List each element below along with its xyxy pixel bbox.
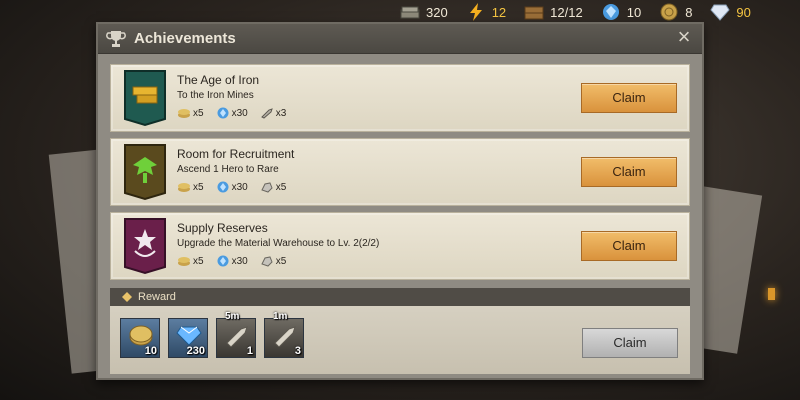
achievement-rewards: x5 x30 x5: [177, 181, 286, 193]
achievements-panel: Achievements × The Age of Iron To the Ir…: [96, 22, 704, 380]
reward-count: x5: [193, 255, 204, 267]
reward-coins: x5: [177, 255, 204, 267]
achievement-rewards: x5 x30 x3: [177, 107, 286, 119]
resource-cash: 320: [400, 1, 466, 23]
resource-bar: 320 12 12/12 10 8 90: [400, 0, 800, 24]
achievement-title: The Age of Iron: [177, 73, 260, 87]
iron-ore-icon: [260, 256, 273, 267]
achievement-description: To the Iron Mines: [177, 90, 254, 101]
reward-count: x5: [193, 107, 204, 119]
reward-header: Reward: [110, 288, 690, 306]
blue-gem-icon: [217, 107, 229, 119]
star-wreath-icon: [123, 217, 167, 275]
reward-gems: x30: [216, 181, 248, 193]
lightning-icon: [466, 3, 486, 21]
reward-item-coins[interactable]: 10: [120, 318, 160, 358]
blue-gem-icon: [176, 326, 202, 346]
gold-coin-icon: [129, 325, 153, 346]
reward-item-speedup-5m[interactable]: 5m 1: [216, 311, 256, 358]
reward-coins: x5: [177, 107, 204, 119]
resource-diamonds-value: 90: [736, 4, 751, 20]
reward-area: 10 230 5m 1 1m 3 Claim: [110, 306, 690, 374]
resource-diamonds: 90: [710, 1, 768, 23]
achievement-list: The Age of Iron To the Iron Mines x5 x30…: [110, 64, 690, 286]
achievement-rewards: x5 x30 x5: [177, 255, 286, 267]
reward-count: x3: [275, 107, 287, 119]
speedup-duration: 1m: [273, 311, 288, 322]
coin-stack-icon: [178, 109, 190, 118]
resource-coins: 8: [659, 1, 710, 23]
reward-count: x5: [275, 181, 287, 193]
speedup-duration: 5m: [225, 311, 240, 322]
claim-button[interactable]: Claim: [581, 83, 677, 113]
resource-gems: 10: [601, 1, 659, 23]
achievement-title: Supply Reserves: [177, 221, 268, 235]
reward-count: 1: [246, 345, 253, 357]
title-bar: Achievements ×: [98, 24, 702, 54]
reward-count: 10: [144, 345, 157, 357]
reward-coins: x5: [177, 181, 204, 193]
claim-button[interactable]: Claim: [581, 231, 677, 261]
speedup-5m-icon: [226, 326, 248, 347]
close-icon[interactable]: ×: [674, 26, 694, 48]
reward-count: x5: [193, 181, 204, 193]
claim-button[interactable]: Claim: [581, 157, 677, 187]
iron-ore-icon: [260, 182, 273, 193]
diamond-bullet-icon: [122, 292, 132, 302]
reward-iron: x5: [260, 255, 287, 267]
gold-coin-icon: [659, 3, 679, 21]
trophy-icon: [106, 29, 126, 49]
blue-gem-icon: [601, 3, 621, 21]
achievement-item: Supply Reserves Upgrade the Material War…: [110, 212, 690, 280]
speedup-1m-icon: [274, 326, 296, 347]
resource-gems-value: 10: [626, 4, 642, 20]
reward-count: x30: [231, 255, 248, 267]
reward-count: x30: [231, 107, 248, 119]
reward-count: x30: [231, 181, 248, 193]
supply-crate-icon: [524, 3, 544, 21]
blue-gem-icon: [217, 181, 229, 193]
resource-cash-value: 320: [426, 4, 448, 20]
diamond-icon: [710, 3, 731, 21]
background-lamp: [768, 288, 775, 300]
reward-item-gems[interactable]: 230: [168, 318, 208, 358]
achievement-title: Room for Recruitment: [177, 147, 295, 161]
cash-stack-icon: [400, 3, 420, 21]
resource-crates: 12/12: [524, 1, 601, 23]
resource-energy: 12: [466, 1, 524, 23]
blue-gem-icon: [217, 255, 229, 267]
coin-stack-icon: [178, 257, 190, 266]
reward-label: Reward: [138, 291, 176, 303]
reward-gems: x30: [216, 107, 248, 119]
claim-all-button[interactable]: Claim: [582, 328, 678, 358]
resource-crates-value: 12/12: [550, 4, 583, 20]
eagle-emblem-icon: [123, 143, 167, 201]
coin-stack-icon: [178, 183, 190, 192]
resource-energy-value: 12: [491, 4, 507, 20]
reward-speedup: x3: [260, 107, 287, 119]
achievement-item: The Age of Iron To the Iron Mines x5 x30…: [110, 64, 690, 132]
achievement-description: Upgrade the Material Warehouse to Lv. 2(…: [177, 238, 380, 249]
iron-bars-icon: [123, 69, 167, 127]
wrench-icon: [260, 108, 273, 119]
reward-count: 3: [294, 345, 301, 357]
reward-count: 230: [186, 345, 205, 357]
reward-item-speedup-1m[interactable]: 1m 3: [264, 311, 304, 358]
achievement-description: Ascend 1 Hero to Rare: [177, 164, 279, 175]
achievement-item: Room for Recruitment Ascend 1 Hero to Ra…: [110, 138, 690, 206]
resource-coins-value: 8: [685, 4, 693, 20]
reward-items: 10 230 5m 1 1m 3: [120, 311, 304, 358]
reward-gems: x30: [216, 255, 248, 267]
reward-iron: x5: [260, 181, 287, 193]
reward-count: x5: [275, 255, 287, 267]
page-title: Achievements: [134, 30, 236, 47]
